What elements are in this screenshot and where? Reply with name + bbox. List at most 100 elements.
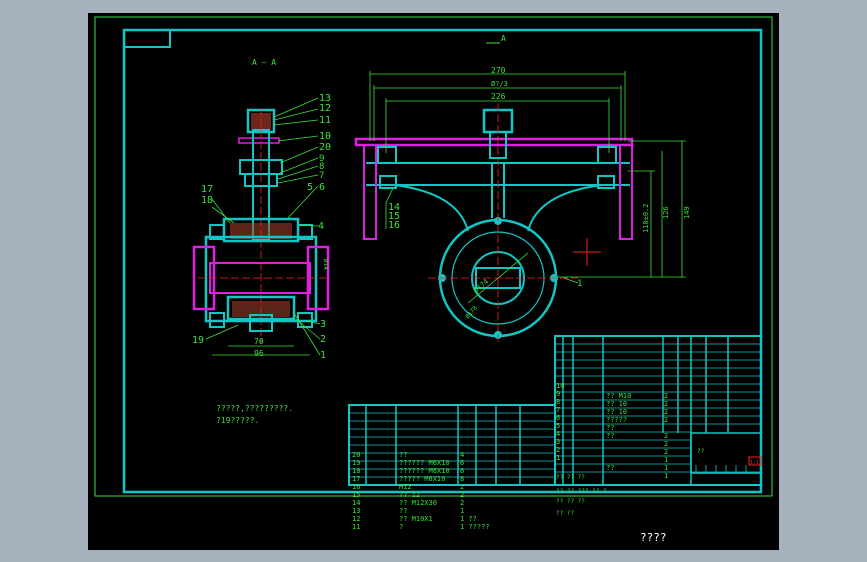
- svg-text:?: ?: [399, 523, 403, 531]
- dim-226: 226: [491, 92, 506, 101]
- svg-text:?? ?? ??: ?? ?? ??: [556, 474, 585, 481]
- drawing-sheet: A — A A 70 96 Ø14 13 12 11 10 20 9 8 7 6…: [88, 13, 779, 550]
- svg-text:15: 15: [352, 491, 360, 499]
- svg-text:17: 17: [352, 475, 360, 483]
- svg-text:2: 2: [664, 392, 668, 400]
- svg-text:2: 2: [460, 483, 464, 491]
- svg-text:5: 5: [556, 422, 560, 430]
- svg-text:?? ??: ?? ??: [556, 510, 574, 517]
- svg-text:2: 2: [664, 400, 668, 408]
- svg-text:??: ??: [399, 507, 407, 515]
- svg-text:12: 12: [352, 515, 360, 523]
- svg-text:18: 18: [352, 467, 360, 475]
- svg-text:18: 18: [201, 195, 213, 206]
- svg-text:??: ??: [697, 448, 705, 455]
- svg-text:19: 19: [192, 335, 204, 346]
- svg-text:6: 6: [460, 467, 464, 475]
- dim-110: 110±0.2: [642, 203, 650, 233]
- corner-box: [123, 29, 171, 48]
- svg-text:14: 14: [352, 499, 360, 507]
- svg-text:1: 1: [664, 456, 668, 464]
- svg-text:1 ?????: 1 ?????: [460, 523, 490, 531]
- svg-text:M12: M12: [399, 483, 412, 491]
- svg-text:2: 2: [664, 408, 668, 416]
- dim-side-vertical: Ø14: [322, 259, 329, 270]
- svg-text:3: 3: [320, 319, 326, 330]
- svg-text:10: 10: [319, 131, 331, 142]
- svg-text:4: 4: [318, 221, 324, 232]
- svg-text:?? M10: ?? M10: [606, 392, 631, 400]
- dim-70: 70: [254, 337, 264, 346]
- svg-text:6: 6: [556, 414, 560, 422]
- svg-text:?????? M6X10: ?????? M6X10: [399, 459, 450, 467]
- svg-text:1: 1: [577, 279, 582, 289]
- cad-drawing: A — A A 70 96 Ø14 13 12 11 10 20 9 8 7 6…: [94, 16, 773, 544]
- svg-text:3: 3: [556, 438, 560, 446]
- svg-text:?? M12X30: ?? M12X30: [399, 499, 437, 507]
- drawing-title: ????: [640, 531, 667, 544]
- svg-text:10: 10: [556, 382, 564, 390]
- note-1: ?????,?????????.: [216, 404, 293, 413]
- svg-text:??: ??: [606, 464, 614, 472]
- svg-text:?? ?? ??? ?? ?: ?? ?? ??? ?? ?: [556, 488, 607, 495]
- svg-text:1:1: 1:1: [750, 460, 759, 466]
- svg-text:1: 1: [320, 350, 326, 361]
- svg-text:8: 8: [460, 475, 464, 483]
- svg-text:16: 16: [352, 483, 360, 491]
- svg-text:9: 9: [556, 390, 560, 398]
- svg-text:??: ??: [399, 451, 407, 459]
- svg-text:17: 17: [201, 184, 213, 195]
- svg-text:20: 20: [352, 451, 360, 459]
- svg-text:2: 2: [664, 416, 668, 424]
- svg-text:20: 20: [319, 142, 331, 153]
- svg-text:6: 6: [460, 459, 464, 467]
- svg-text:7: 7: [556, 406, 560, 414]
- svg-text:12: 12: [319, 103, 331, 114]
- svg-text:?????: ?????: [606, 416, 627, 424]
- svg-text:8: 8: [556, 398, 560, 406]
- svg-text:11: 11: [319, 115, 331, 126]
- dim-96: 96: [254, 349, 264, 358]
- svg-text:13: 13: [352, 507, 360, 515]
- svg-text:?????? M6X10: ?????? M6X10: [399, 467, 450, 475]
- svg-text:2: 2: [664, 432, 668, 440]
- svg-text:?? 12: ?? 12: [399, 491, 420, 499]
- svg-text:??: ??: [606, 424, 614, 432]
- svg-text:?? ?? ??: ?? ?? ??: [556, 498, 585, 505]
- svg-text:5: 5: [307, 182, 313, 193]
- svg-text:4: 4: [556, 430, 560, 438]
- svg-text:1: 1: [460, 507, 464, 515]
- svg-text:?? 10: ?? 10: [606, 408, 627, 416]
- svg-text:2: 2: [664, 440, 668, 448]
- dim-dia178: Ø178: [464, 304, 479, 320]
- svg-text:2: 2: [460, 499, 464, 507]
- svg-text:1 ??: 1 ??: [460, 515, 477, 523]
- bom-upper-table: [554, 335, 762, 486]
- svg-text:2: 2: [320, 334, 326, 345]
- dim-149: 149: [683, 206, 691, 219]
- dim-270: 270: [491, 66, 506, 75]
- dim-126: 126: [662, 206, 670, 219]
- svg-text:????? M6X10: ????? M6X10: [399, 475, 445, 483]
- section-label: A — A: [252, 58, 276, 67]
- svg-text:?? M10X1: ?? M10X1: [399, 515, 433, 523]
- svg-text:1: 1: [664, 464, 668, 472]
- svg-text:??: ??: [606, 432, 614, 440]
- svg-text:1: 1: [556, 454, 560, 462]
- svg-text:2: 2: [556, 446, 560, 454]
- svg-text:6: 6: [319, 182, 325, 193]
- svg-text:?? 10: ?? 10: [606, 400, 627, 408]
- svg-text:2: 2: [664, 448, 668, 456]
- svg-text:7: 7: [319, 171, 324, 181]
- title-block: ?? ?? ?? ?? ?? ??? ?? ? ?? ?? ?? ?? ?? ?…: [556, 448, 759, 517]
- svg-text:19: 19: [352, 459, 360, 467]
- side-view: 70 96 Ø14: [192, 108, 330, 358]
- bom-lower-table: [348, 404, 556, 486]
- svg-text:1: 1: [664, 472, 668, 480]
- svg-text:4: 4: [460, 451, 464, 459]
- note-2: ?19?????.: [216, 416, 259, 425]
- svg-text:2: 2: [460, 491, 464, 499]
- svg-text:11: 11: [352, 523, 360, 531]
- svg-text:16: 16: [388, 220, 400, 231]
- section-arrow-label: A: [501, 34, 506, 43]
